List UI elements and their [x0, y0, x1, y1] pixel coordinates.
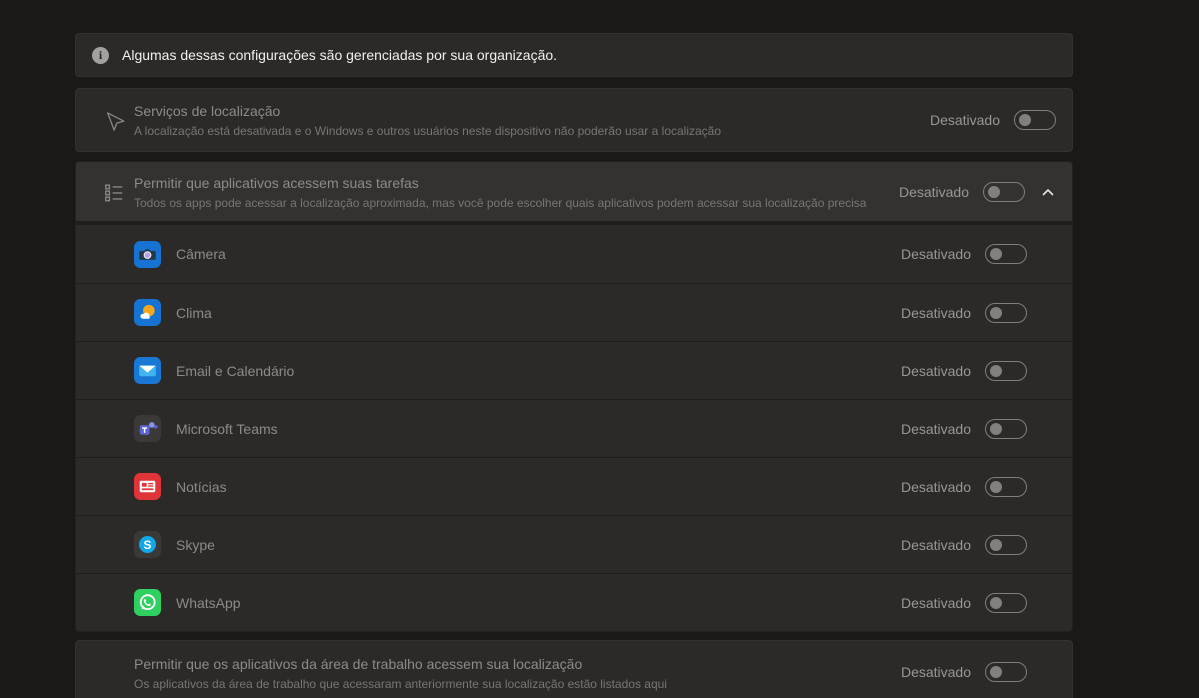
- whatsapp-toggle[interactable]: [985, 593, 1027, 613]
- app-name: Microsoft Teams: [176, 421, 901, 437]
- app-row-camera: Câmera Desativado: [76, 225, 1072, 283]
- status-label: Desativado: [901, 363, 971, 379]
- apps-permission-header[interactable]: Permitir que aplicativos acessem suas ta…: [76, 162, 1072, 225]
- location-services-subtitle: A localização está desativada e o Window…: [134, 123, 910, 139]
- managed-by-organization-banner: i Algumas dessas configurações são geren…: [75, 33, 1073, 77]
- settings-content: i Algumas dessas configurações são geren…: [75, 33, 1073, 698]
- app-name: Skype: [176, 537, 901, 553]
- desktop-apps-title: Permitir que os aplicativos da área de t…: [134, 654, 881, 674]
- status-label: Desativado: [901, 664, 971, 680]
- app-row-weather: Clima Desativado: [76, 283, 1072, 341]
- app-row-whatsapp: WhatsApp Desativado: [76, 573, 1072, 631]
- svg-text:S: S: [144, 538, 152, 552]
- app-status: Desativado: [901, 593, 1027, 613]
- toggle-knob: [990, 307, 1002, 319]
- app-row-news: Notícias Desativado: [76, 457, 1072, 515]
- apps-permission-text: Permitir que aplicativos acessem suas ta…: [134, 173, 899, 211]
- toggle-knob: [990, 481, 1002, 493]
- location-services-status: Desativado: [930, 110, 1056, 130]
- location-arrow-icon: [101, 108, 127, 132]
- status-label: Desativado: [901, 421, 971, 437]
- desktop-apps-text: Permitir que os aplicativos da área de t…: [76, 641, 901, 692]
- app-status: Desativado: [901, 477, 1027, 497]
- app-name: Email e Calendário: [176, 363, 901, 379]
- app-row-mail: Email e Calendário Desativado: [76, 341, 1072, 399]
- chevron-up-icon[interactable]: [1039, 184, 1057, 200]
- toggle-knob: [990, 248, 1002, 260]
- app-name: WhatsApp: [176, 595, 901, 611]
- app-name: Clima: [176, 305, 901, 321]
- apps-permission-title: Permitir que aplicativos acessem suas ta…: [134, 173, 879, 193]
- teams-app-icon: [134, 415, 161, 442]
- app-name: Câmera: [176, 246, 901, 262]
- toggle-knob: [990, 539, 1002, 551]
- skype-toggle[interactable]: [985, 535, 1027, 555]
- status-label: Desativado: [899, 184, 969, 200]
- apps-permission-toggle[interactable]: [983, 182, 1025, 202]
- toggle-knob: [990, 666, 1002, 678]
- camera-app-icon: [134, 241, 161, 268]
- whatsapp-app-icon: [134, 589, 161, 616]
- apps-permission-subtitle: Todos os apps pode acessar a localização…: [134, 195, 879, 211]
- app-list-icon: [101, 180, 127, 204]
- news-toggle[interactable]: [985, 477, 1027, 497]
- apps-permission-group: Permitir que aplicativos acessem suas ta…: [75, 161, 1073, 632]
- skype-app-icon: S: [134, 531, 161, 558]
- toggle-knob: [1019, 114, 1031, 126]
- location-services-text: Serviços de localização A localização es…: [134, 101, 930, 139]
- app-status: Desativado: [901, 244, 1027, 264]
- teams-toggle[interactable]: [985, 419, 1027, 439]
- desktop-apps-card: Permitir que os aplicativos da área de t…: [75, 640, 1073, 698]
- desktop-apps-toggle[interactable]: [985, 662, 1027, 682]
- camera-toggle[interactable]: [985, 244, 1027, 264]
- weather-app-icon: [134, 299, 161, 326]
- desktop-apps-status: Desativado: [901, 641, 1027, 682]
- app-status: Desativado: [901, 419, 1027, 439]
- status-label: Desativado: [930, 112, 1000, 128]
- weather-toggle[interactable]: [985, 303, 1027, 323]
- location-services-toggle[interactable]: [1014, 110, 1056, 130]
- status-label: Desativado: [901, 479, 971, 495]
- app-row-skype: S Skype Desativado: [76, 515, 1072, 573]
- settings-page: i Algumas dessas configurações são geren…: [0, 0, 1199, 698]
- apps-permission-status: Desativado: [899, 182, 1057, 202]
- status-label: Desativado: [901, 305, 971, 321]
- banner-text: Algumas dessas configurações são gerenci…: [122, 47, 557, 63]
- app-status: Desativado: [901, 361, 1027, 381]
- news-app-icon: [134, 473, 161, 500]
- app-name: Notícias: [176, 479, 901, 495]
- status-label: Desativado: [901, 537, 971, 553]
- toggle-knob: [988, 186, 1000, 198]
- status-label: Desativado: [901, 246, 971, 262]
- location-services-card: Serviços de localização A localização es…: [75, 88, 1073, 152]
- toggle-knob: [990, 597, 1002, 609]
- app-status: Desativado: [901, 535, 1027, 555]
- location-services-title: Serviços de localização: [134, 101, 910, 121]
- info-icon: i: [92, 47, 109, 64]
- app-status: Desativado: [901, 303, 1027, 323]
- mail-app-icon: [134, 357, 161, 384]
- app-row-teams: Microsoft Teams Desativado: [76, 399, 1072, 457]
- mail-toggle[interactable]: [985, 361, 1027, 381]
- toggle-knob: [990, 365, 1002, 377]
- toggle-knob: [990, 423, 1002, 435]
- status-label: Desativado: [901, 595, 971, 611]
- desktop-apps-subtitle: Os aplicativos da área de trabalho que a…: [134, 676, 881, 692]
